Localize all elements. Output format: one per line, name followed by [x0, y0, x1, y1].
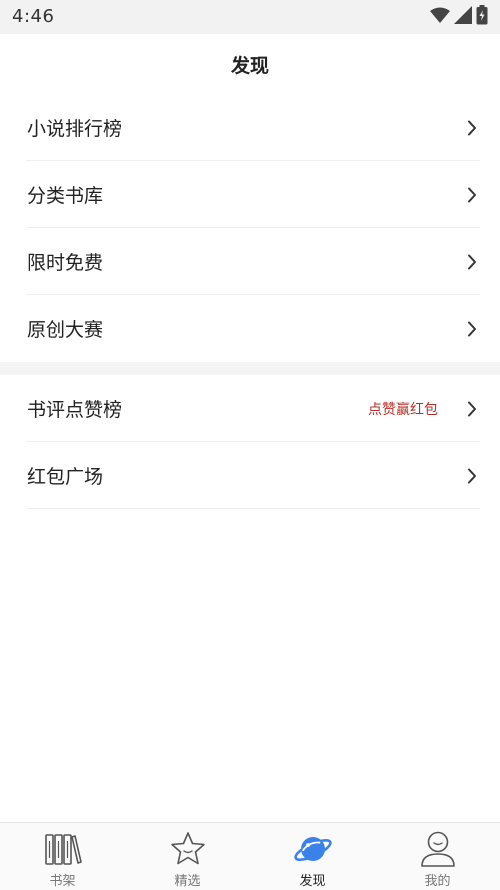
wifi-icon	[430, 7, 450, 27]
menu-item-label: 限时免费	[27, 252, 104, 274]
tab-label: 精选	[174, 874, 201, 889]
star-icon	[168, 829, 208, 869]
menu-item-label: 分类书库	[27, 185, 104, 207]
status-bar: 4:46	[0, 0, 500, 34]
bottom-tab-bar: 书架 精选 发现 我的	[0, 822, 500, 890]
tab-bookshelf[interactable]: 书架	[0, 823, 125, 890]
menu-item-label: 红包广场	[27, 466, 104, 488]
chevron-right-icon	[466, 186, 478, 204]
chevron-right-icon	[466, 320, 478, 338]
section-divider	[0, 362, 500, 375]
menu-item-category-library[interactable]: 分类书库	[0, 161, 500, 228]
tab-label: 我的	[424, 874, 451, 889]
chevron-right-icon	[466, 119, 478, 137]
status-icons	[430, 5, 488, 29]
battery-icon	[476, 5, 488, 29]
menu-item-limited-free[interactable]: 限时免费	[0, 228, 500, 295]
promo-badge: 点赞赢红包	[368, 401, 438, 418]
menu-item-label: 小说排行榜	[27, 118, 123, 140]
chevron-right-icon	[466, 253, 478, 271]
tab-label: 发现	[299, 874, 326, 889]
page-header: 发现	[0, 34, 500, 94]
menu-item-label: 书评点赞榜	[27, 399, 123, 421]
planet-icon	[293, 829, 333, 869]
menu-item-novel-ranking[interactable]: 小说排行榜	[0, 94, 500, 161]
menu-item-original-contest[interactable]: 原创大赛	[0, 295, 500, 362]
tab-label: 书架	[49, 874, 76, 889]
tab-discover[interactable]: 发现	[250, 823, 375, 890]
chevron-right-icon	[466, 400, 478, 418]
menu-item-review-likes-ranking[interactable]: 书评点赞榜 点赞赢红包	[0, 375, 500, 442]
menu-group-rewards: 书评点赞榜 点赞赢红包 红包广场	[0, 375, 500, 509]
chevron-right-icon	[466, 467, 478, 485]
menu-group-main: 小说排行榜 分类书库 限时免费 原创大赛	[0, 94, 500, 362]
tab-featured[interactable]: 精选	[125, 823, 250, 890]
menu-item-red-packet-plaza[interactable]: 红包广场	[0, 442, 500, 509]
menu-item-label: 原创大赛	[27, 319, 104, 341]
status-time: 4:46	[12, 6, 55, 27]
tab-profile[interactable]: 我的	[375, 823, 500, 890]
signal-icon	[454, 6, 472, 28]
profile-icon	[418, 829, 458, 869]
page-title: 发现	[230, 54, 269, 77]
bookshelf-icon	[43, 829, 83, 869]
